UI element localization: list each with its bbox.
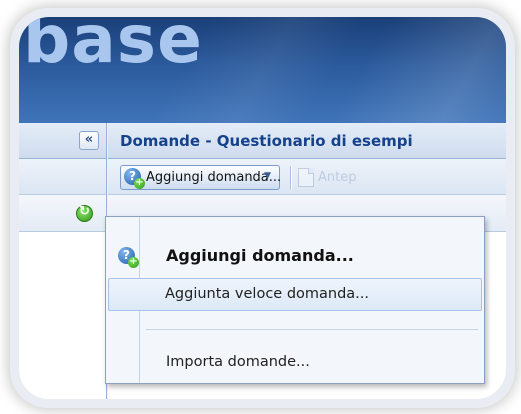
preview-label: Antep (318, 170, 357, 185)
help-plus-icon: ? + (118, 247, 139, 268)
toolbar-separator (290, 166, 292, 189)
add-question-label: Aggiungi domanda... (146, 170, 282, 185)
collapse-panel-button[interactable]: « (79, 131, 99, 150)
preview-button[interactable]: Antep (298, 166, 356, 189)
add-question-dropdown-menu: ? + Aggiungi domanda... Aggiunta veloce d… (105, 216, 485, 384)
app-header: base (19, 17, 506, 123)
menu-item-label: Aggiunta veloce domanda... (165, 286, 370, 302)
left-panel-header: « (19, 123, 106, 159)
left-panel: « (19, 123, 107, 399)
menu-item-label: Aggiungi domanda... (166, 246, 354, 265)
help-plus-icon: ? + (124, 167, 145, 189)
menu-item-quick-add-question[interactable]: Aggiunta veloce domanda... (108, 278, 482, 311)
page-title: Domande - Questionario di esempi (120, 131, 413, 150)
menu-item-import-questions[interactable]: Importa domande... (108, 345, 482, 379)
menu-item-label: Importa domande... (166, 354, 310, 370)
refresh-icon[interactable] (76, 204, 93, 222)
document-icon (298, 168, 314, 187)
add-question-split-button[interactable]: ? + Aggiungi domanda... ▼ (120, 165, 282, 190)
left-panel-toolbar (19, 159, 106, 195)
menu-item-add-question[interactable]: ? + Aggiungi domanda... (108, 239, 482, 273)
main-panel-header: Domande - Questionario di esempi (108, 123, 506, 159)
app-logo-text: base (23, 17, 203, 78)
menu-separator (146, 329, 478, 330)
header-gloss (279, 17, 506, 123)
left-panel-row (19, 195, 106, 232)
chevron-down-icon[interactable]: ▼ (264, 171, 271, 181)
main-toolbar: ? + Aggiungi domanda... ▼ Antep (108, 159, 506, 195)
